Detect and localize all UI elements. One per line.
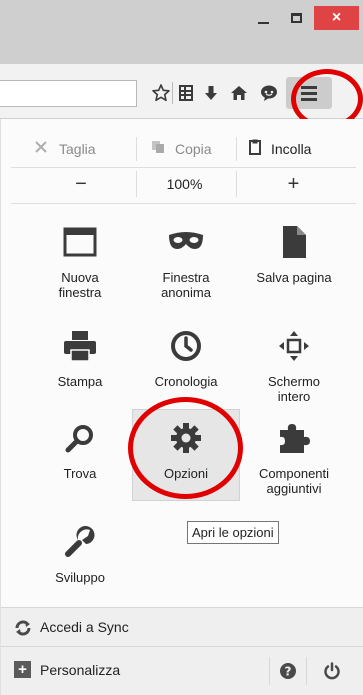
- new-window-button[interactable]: Nuova finestra: [25, 222, 135, 300]
- toolbar-separator: [172, 82, 173, 104]
- mask-icon: [166, 222, 206, 262]
- help-button[interactable]: ?: [269, 657, 305, 685]
- save-page-button[interactable]: Salva pagina: [239, 222, 349, 285]
- options-tooltip: Apri le opzioni: [187, 521, 279, 544]
- scissors-icon: [33, 139, 49, 160]
- plus-icon: +: [287, 172, 300, 195]
- addons-button[interactable]: Componenti aggiuntivi: [239, 418, 349, 496]
- home-icon[interactable]: [227, 81, 251, 105]
- download-icon[interactable]: [199, 81, 223, 105]
- new-window-icon: [60, 222, 100, 262]
- options-highlight-ring: [128, 397, 243, 499]
- cut-button[interactable]: Taglia: [33, 135, 96, 163]
- copy-label: Copia: [175, 141, 212, 157]
- window-titlebar: ×: [0, 0, 363, 64]
- history-button[interactable]: Cronologia: [131, 326, 241, 389]
- reading-list-icon[interactable]: [174, 81, 198, 105]
- cut-label: Taglia: [59, 141, 96, 157]
- bookmark-star-icon[interactable]: [149, 81, 173, 105]
- edit-separator: [136, 137, 137, 161]
- fullscreen-button[interactable]: Schermo intero: [239, 326, 349, 404]
- help-icon: ?: [279, 663, 296, 679]
- panel-footer: + Personalizza ?: [1, 647, 363, 695]
- sync-icon: [15, 620, 31, 636]
- copy-button[interactable]: Copia: [151, 135, 212, 163]
- sync-label: Accedi a Sync: [40, 619, 129, 635]
- search-input[interactable]: [0, 80, 137, 107]
- zoom-in-button[interactable]: +: [251, 169, 336, 199]
- zoom-controls: − 100% +: [1, 169, 363, 199]
- developer-button[interactable]: Sviluppo: [25, 522, 135, 585]
- close-button[interactable]: ×: [314, 6, 359, 30]
- clipboard-icon: [249, 139, 261, 160]
- find-button[interactable]: Trova: [25, 418, 135, 481]
- power-icon: [323, 662, 340, 680]
- close-icon: ×: [331, 9, 342, 26]
- print-button[interactable]: Stampa: [25, 326, 135, 389]
- minimize-button[interactable]: [246, 6, 280, 30]
- paste-button[interactable]: Incolla: [249, 135, 311, 163]
- clock-icon: [166, 326, 206, 366]
- sync-button[interactable]: Accedi a Sync: [1, 607, 363, 647]
- divider: [11, 203, 356, 204]
- customize-plus-icon[interactable]: +: [14, 661, 31, 678]
- edit-controls: Taglia Copia Incolla: [1, 135, 363, 163]
- printer-icon: [60, 326, 100, 366]
- minus-icon: −: [75, 172, 87, 195]
- zoom-separator: [236, 171, 237, 197]
- zoom-reset-button[interactable]: 100%: [136, 169, 233, 199]
- quit-button[interactable]: [306, 657, 356, 685]
- fullscreen-icon: [274, 326, 314, 366]
- firefox-menu-panel: Taglia Copia Incolla − 100% + Nuova fine…: [0, 119, 363, 695]
- edit-separator: [236, 137, 237, 161]
- puzzle-icon: [274, 418, 314, 458]
- copy-icon: [151, 140, 165, 159]
- wrench-icon: [60, 522, 100, 562]
- paste-label: Incolla: [271, 141, 312, 157]
- document-icon: [274, 222, 314, 262]
- chat-icon[interactable]: [257, 81, 281, 105]
- maximize-button[interactable]: [280, 6, 312, 30]
- zoom-out-button[interactable]: −: [41, 169, 121, 199]
- svg-text:?: ?: [284, 665, 291, 679]
- customize-button[interactable]: Personalizza: [40, 662, 120, 678]
- search-icon: [60, 418, 100, 458]
- maximize-icon: [290, 13, 302, 23]
- private-window-button[interactable]: Finestra anonima: [131, 222, 241, 300]
- divider: [11, 167, 356, 168]
